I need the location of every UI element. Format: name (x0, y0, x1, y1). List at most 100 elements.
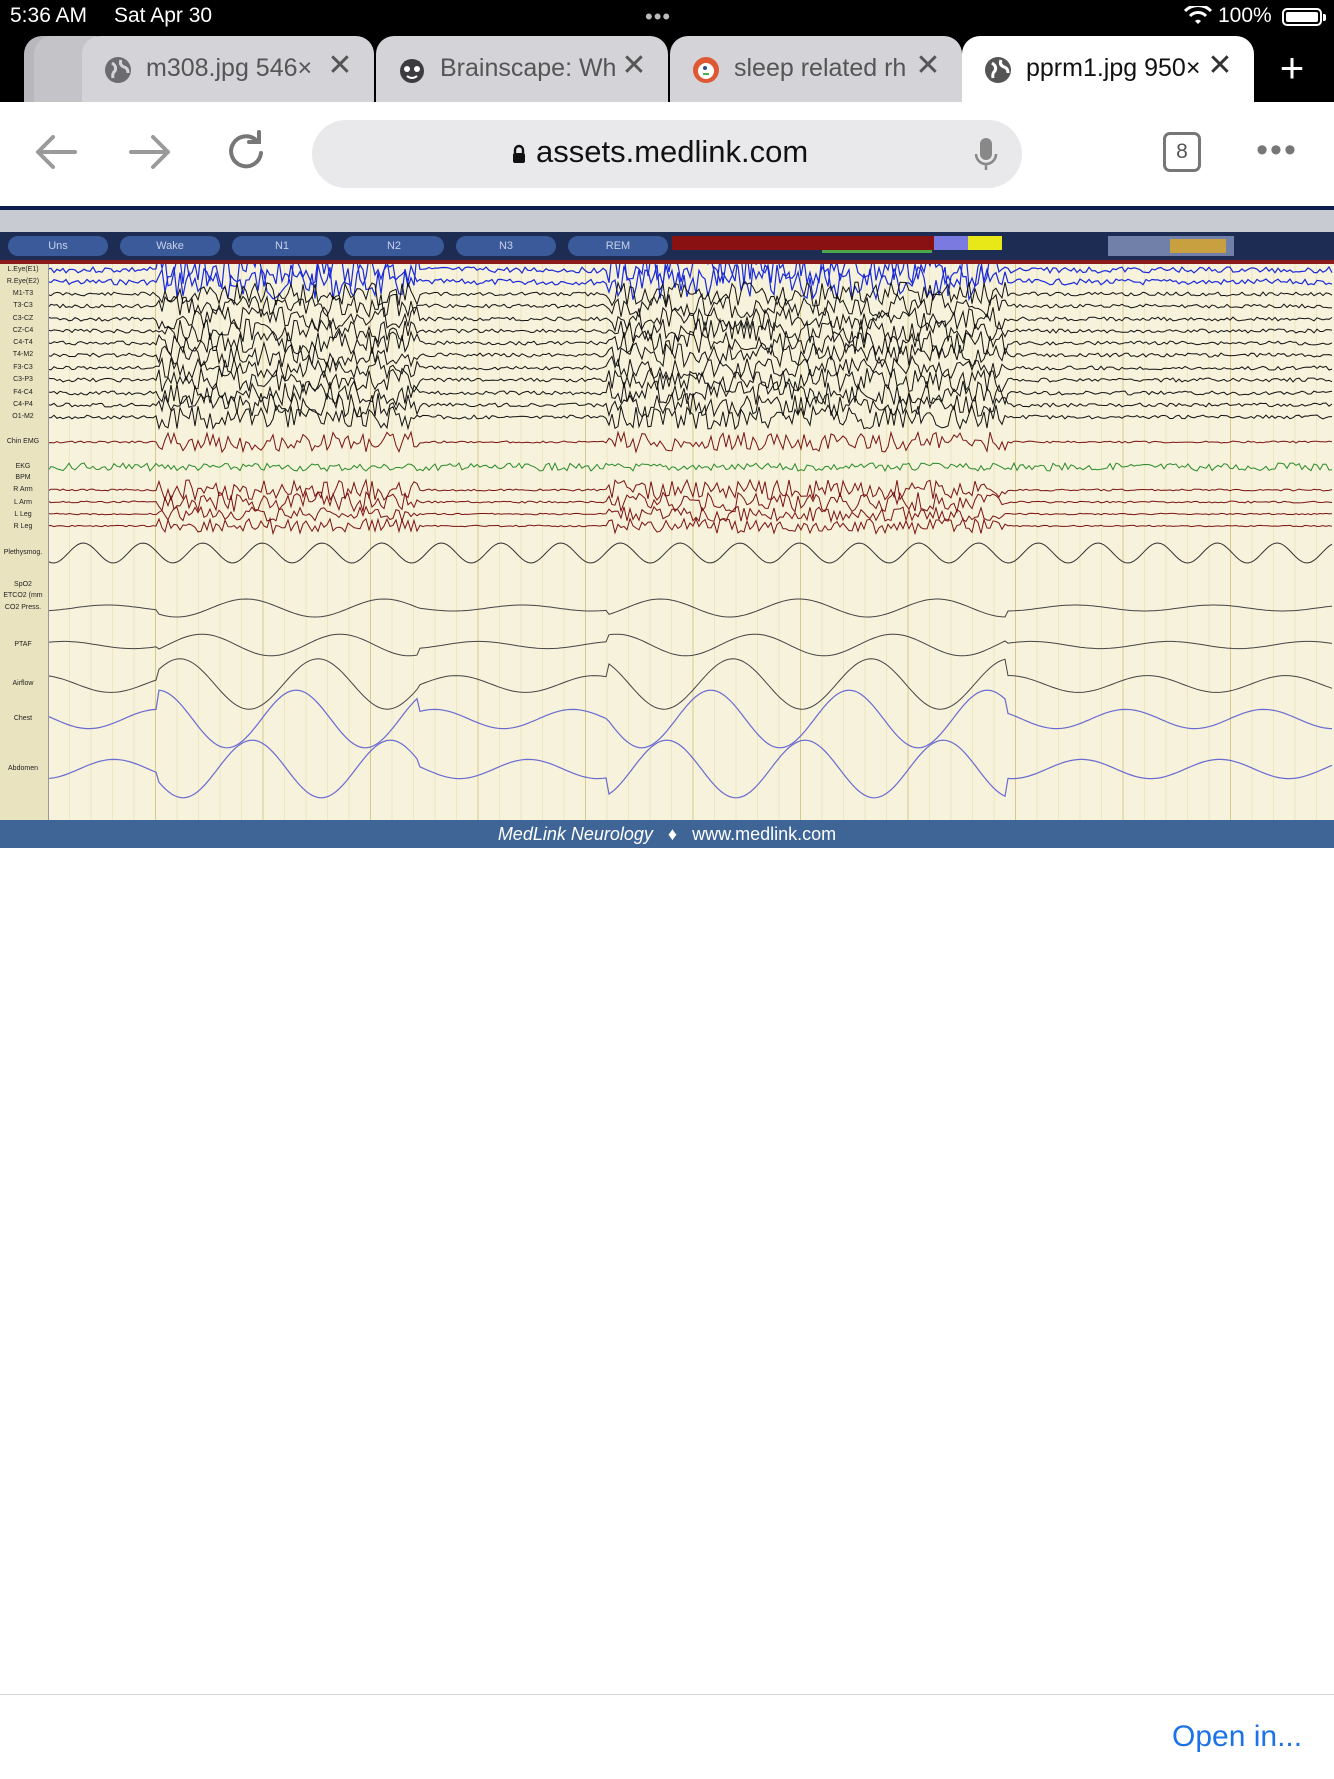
stage-button: N2 (344, 236, 444, 256)
tab-strip: m308.jpg 546× ✕ Brainscape: Wh ✕ sleep r… (0, 36, 1334, 102)
duckduckgo-icon (693, 57, 719, 83)
microphone-icon[interactable] (974, 136, 998, 172)
channel-label: C4-T4 (13, 339, 33, 346)
bottom-separator (0, 1694, 1334, 1695)
signal-trace (48, 739, 1333, 799)
multitask-dots[interactable]: ••• (645, 4, 671, 30)
channel-label: T3-C3 (13, 302, 33, 309)
signal-trace (48, 689, 1333, 749)
channel-label: BPM (15, 474, 31, 481)
channel-label: R.Eye(E2) (6, 278, 40, 285)
footer-separator: ♦ (667, 824, 678, 844)
tab-title: pprm1.jpg 950× (1026, 54, 1201, 82)
reload-button[interactable] (218, 124, 274, 180)
battery-icon (1282, 8, 1326, 26)
close-tab-button[interactable]: ✕ (322, 48, 358, 84)
arrow-right-icon (129, 135, 170, 169)
channel-label: SpO2 (14, 581, 32, 588)
stage-button: REM (568, 236, 668, 256)
battery-percent: 100% (1218, 4, 1272, 27)
medlink-url: www.medlink.com (692, 824, 837, 844)
tab-title: sleep related rh (734, 54, 907, 82)
signal-trace (48, 633, 1333, 657)
channel-label: CO2 Press. (4, 604, 42, 611)
tab-brainscape[interactable]: Brainscape: Wh ✕ (376, 36, 668, 102)
channel-label: C3-P3 (13, 376, 33, 383)
stage-button: Wake (120, 236, 220, 256)
signal-traces (48, 264, 1333, 799)
tab-sleep-related[interactable]: sleep related rh ✕ (670, 36, 962, 102)
arrow-left-icon (36, 135, 77, 169)
signal-trace (48, 380, 1333, 407)
globe-icon (105, 57, 131, 83)
stage-button: N3 (456, 236, 556, 256)
channel-label: Airflow (12, 680, 34, 687)
signal-trace (48, 516, 1333, 536)
channel-label: EKG (15, 463, 31, 470)
image-footer: MedLink Neurology ♦ www.medlink.com (0, 820, 1334, 848)
address-bar[interactable]: assets.medlink.com (312, 120, 1022, 188)
sleep-stage-bar: Uns Wake N1 N2 N3 REM (0, 232, 1334, 260)
signal-trace (48, 461, 1333, 472)
tab-pprm1-active[interactable]: pprm1.jpg 950× ✕ (962, 36, 1254, 102)
signal-trace (48, 490, 1333, 514)
forward-button[interactable] (122, 124, 178, 180)
new-tab-button[interactable]: + (1270, 46, 1314, 90)
close-tab-button[interactable]: ✕ (910, 48, 946, 84)
channel-label: Plethysmog. (3, 549, 43, 556)
status-time: 5:36 AM (10, 4, 88, 27)
montage-toolbar (0, 210, 1334, 232)
tab-title: m308.jpg 546× (146, 54, 313, 82)
signal-trace (48, 505, 1333, 524)
channel-label: Chest (13, 715, 33, 722)
wifi-icon (1184, 6, 1212, 24)
url-text: assets.medlink.com (536, 134, 809, 169)
signal-trace (48, 391, 1333, 418)
tab-m308[interactable]: m308.jpg 546× ✕ (82, 36, 374, 102)
channel-label: O1-M2 (12, 413, 34, 420)
channel-label: T4-M2 (12, 351, 34, 358)
channel-label: C4-P4 (13, 401, 33, 408)
channel-label: PTAF (14, 641, 32, 648)
channel-label: L.Eye(E1) (7, 266, 39, 273)
medlink-brand: MedLink Neurology (497, 824, 653, 844)
close-tab-button[interactable]: ✕ (1202, 48, 1238, 84)
status-date: Sat Apr 30 (114, 4, 213, 27)
signal-trace (48, 366, 1333, 394)
close-tab-button[interactable]: ✕ (616, 48, 652, 84)
back-button[interactable] (28, 124, 84, 180)
stage-button: Uns (8, 236, 108, 256)
status-bar: 5:36 AM Sat Apr 30 ••• 100% (0, 0, 1334, 36)
globe-icon (985, 57, 1011, 83)
channel-label: L Leg (14, 511, 32, 518)
signal-trace (48, 306, 1333, 333)
signal-trace (48, 542, 1333, 564)
brainscape-icon (400, 59, 424, 83)
signal-trace (48, 598, 1333, 618)
channel-label: Chin EMG (6, 438, 40, 445)
tab-title: Brainscape: Wh (440, 54, 617, 82)
reload-icon (229, 130, 263, 169)
channel-label: M1-T3 (12, 290, 34, 297)
channel-label: ETCO2 (mm (3, 592, 43, 599)
stage-button: N1 (232, 236, 332, 256)
channel-label: R Arm (13, 486, 33, 493)
tab-count-button[interactable]: 8 (1163, 132, 1201, 172)
channel-label: CZ-C4 (12, 327, 34, 334)
channel-label: L Arm (13, 499, 33, 506)
polysomnogram-image: Uns Wake N1 N2 N3 REM L.Eye(E1) R.Eye(E2)… (0, 206, 1334, 848)
channel-label: F4-C4 (13, 389, 33, 396)
more-menu-button[interactable]: ••• (1252, 130, 1302, 170)
channel-label: Abdomen (8, 765, 38, 772)
signal-trace (48, 354, 1333, 382)
channel-label: C3-CZ (12, 315, 34, 322)
channel-label: R Leg (13, 523, 33, 530)
psg-traces (48, 264, 1333, 848)
channel-label: F3-C3 (13, 364, 33, 371)
signal-trace (48, 403, 1333, 431)
open-in-button[interactable]: Open in... (1172, 1720, 1302, 1754)
signal-trace (48, 341, 1333, 369)
epoch-strip (672, 236, 1002, 253)
channel-labels: L.Eye(E1) R.Eye(E2) M1-T3 T3-C3 C3-CZ CZ-C4 C4… (0, 264, 49, 848)
image-tool-icons (1108, 236, 1234, 256)
